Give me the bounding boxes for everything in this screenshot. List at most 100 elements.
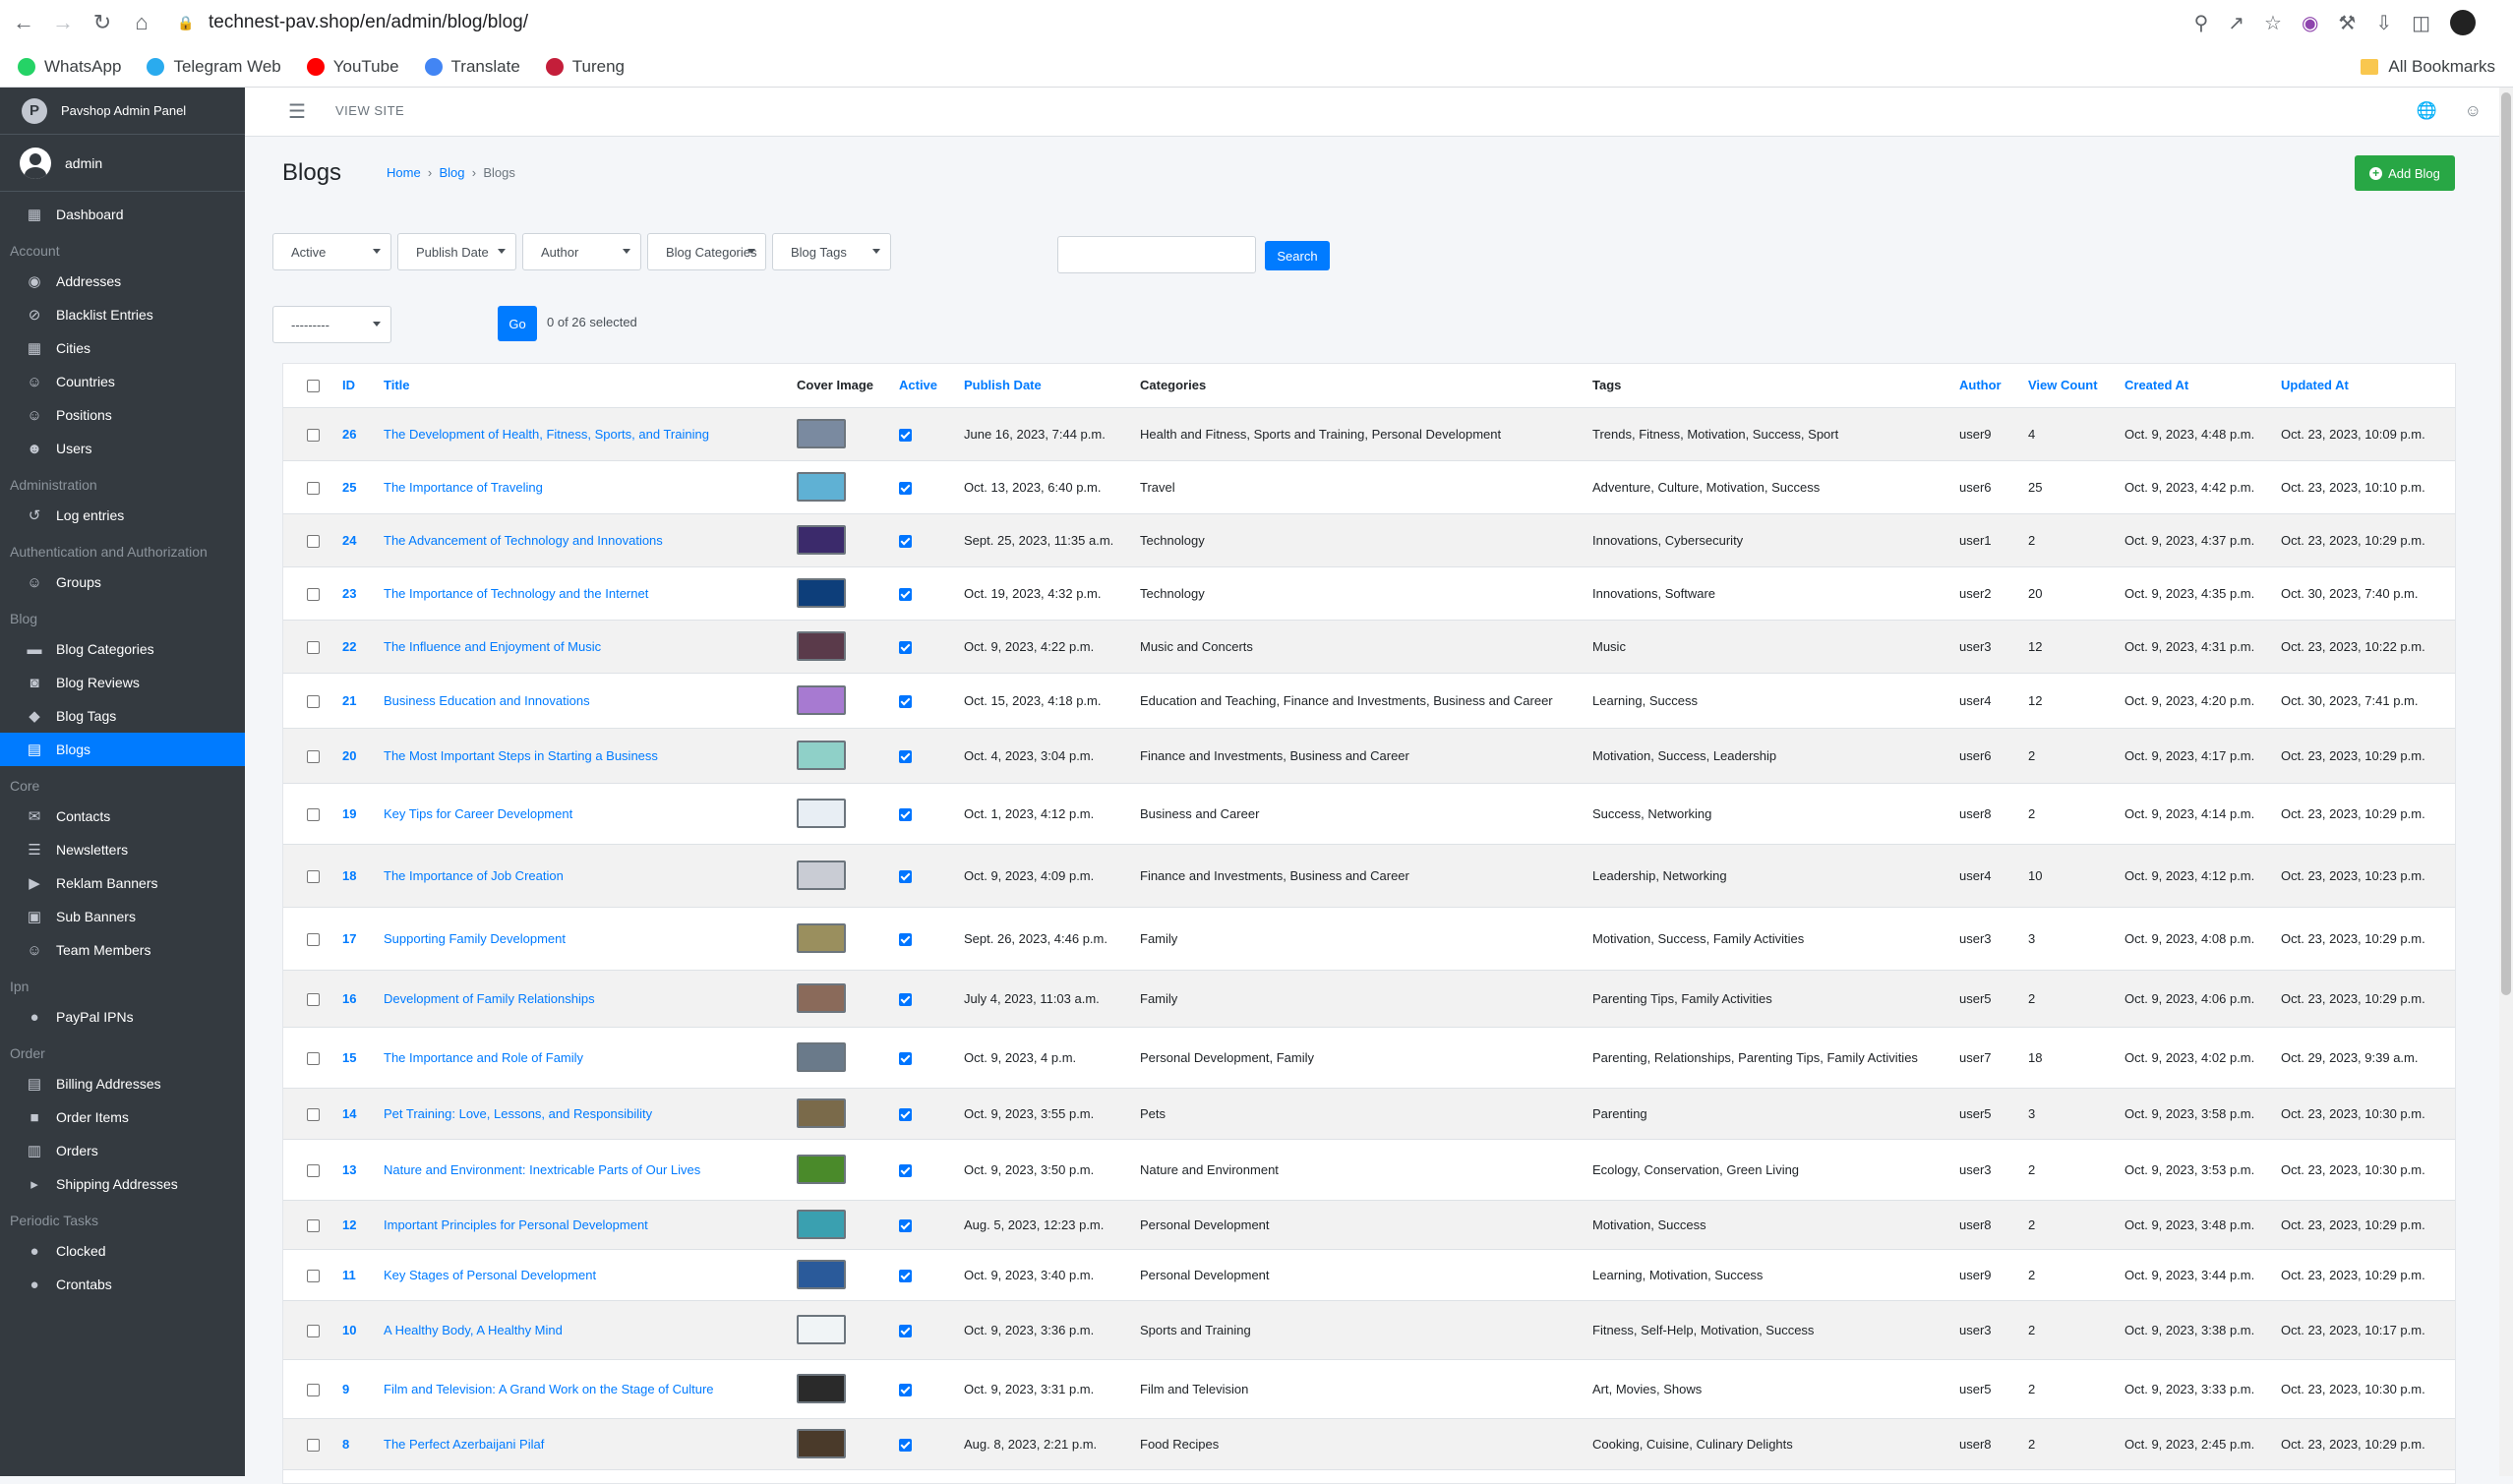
user-menu-icon[interactable]: ☺: [2465, 101, 2482, 121]
row-checkbox[interactable]: [307, 749, 320, 763]
sidebar-item-blog-reviews[interactable]: ◙ Blog Reviews: [0, 666, 245, 699]
back-icon[interactable]: ←: [8, 7, 39, 38]
title-link[interactable]: The Importance of Job Creation: [384, 868, 564, 883]
cell-id[interactable]: 19: [334, 783, 376, 845]
bookmark-whatsapp[interactable]: WhatsApp: [18, 57, 121, 77]
title-link[interactable]: A Healthy Body, A Healthy Mind: [384, 1323, 563, 1337]
select-all-checkbox[interactable]: [307, 380, 320, 393]
cell-id[interactable]: 25: [334, 460, 376, 514]
title-link[interactable]: Nature and Environment: Inextricable Par…: [384, 1162, 700, 1177]
sidebar-item-blog-tags[interactable]: ◆ Blog Tags: [0, 699, 245, 733]
row-checkbox[interactable]: [307, 932, 320, 946]
sidebar-item-clocked[interactable]: ● Clocked: [0, 1234, 245, 1268]
row-checkbox[interactable]: [307, 992, 320, 1006]
sidebar-item-blogs[interactable]: ▤ Blogs: [0, 733, 245, 766]
sidebar-item-blacklist-entries[interactable]: ⊘ Blacklist Entries: [0, 298, 245, 331]
cell-id[interactable]: 26: [334, 407, 376, 461]
sidebar-item-newsletters[interactable]: ☰ Newsletters: [0, 833, 245, 866]
cell-id[interactable]: 14: [334, 1088, 376, 1140]
row-checkbox[interactable]: [307, 1218, 320, 1232]
cell-id[interactable]: 11: [334, 1249, 376, 1301]
view-site-link[interactable]: VIEW SITE: [335, 103, 404, 118]
bookmark-youtube[interactable]: YouTube: [306, 57, 399, 77]
action-select[interactable]: ---------: [272, 306, 391, 343]
row-checkbox[interactable]: [307, 1438, 320, 1452]
filter-author[interactable]: Author: [522, 233, 641, 270]
home-icon[interactable]: ⌂: [126, 7, 157, 38]
sidebar-item-sub-banners[interactable]: ▣ Sub Banners: [0, 900, 245, 933]
scrollbar-thumb[interactable]: [2501, 92, 2511, 995]
extension-color-icon[interactable]: ◉: [2302, 11, 2318, 35]
row-checkbox[interactable]: [307, 694, 320, 708]
col-title[interactable]: Title: [376, 364, 789, 408]
title-link[interactable]: The Importance of Traveling: [384, 480, 543, 495]
breadcrumb-blog[interactable]: Blog: [439, 165, 464, 180]
bookmark-tureng[interactable]: Tureng: [545, 57, 625, 77]
breadcrumb-home[interactable]: Home: [387, 165, 421, 180]
cell-id[interactable]: 8: [334, 1418, 376, 1470]
cell-id[interactable]: 24: [334, 513, 376, 567]
title-link[interactable]: Pet Training: Love, Lessons, and Respons…: [384, 1106, 652, 1121]
globe-icon[interactable]: 🌐: [2416, 101, 2436, 121]
row-checkbox[interactable]: [307, 1324, 320, 1337]
col-created-at[interactable]: Created At: [2117, 364, 2273, 408]
star-icon[interactable]: ☆: [2264, 11, 2282, 35]
col-active[interactable]: Active: [891, 364, 956, 408]
cell-id[interactable]: 18: [334, 844, 376, 908]
cell-id[interactable]: 16: [334, 970, 376, 1028]
row-checkbox[interactable]: [307, 1269, 320, 1282]
add-blog-button[interactable]: + Add Blog: [2355, 155, 2455, 191]
cell-id[interactable]: 21: [334, 673, 376, 729]
row-checkbox[interactable]: [307, 587, 320, 601]
title-link[interactable]: The Influence and Enjoyment of Music: [384, 639, 601, 654]
title-link[interactable]: Key Tips for Career Development: [384, 806, 572, 821]
title-link[interactable]: The Advancement of Technology and Innova…: [384, 533, 663, 548]
search-button[interactable]: Search: [1265, 241, 1330, 270]
sidebar-item-addresses[interactable]: ◉ Addresses: [0, 265, 245, 298]
sidebar-item-log-entries[interactable]: ↺ Log entries: [0, 499, 245, 532]
row-checkbox[interactable]: [307, 640, 320, 654]
go-button[interactable]: Go: [498, 306, 537, 341]
cell-id[interactable]: 10: [334, 1300, 376, 1360]
row-checkbox[interactable]: [307, 807, 320, 821]
cell-id[interactable]: 15: [334, 1027, 376, 1089]
cell-id[interactable]: 22: [334, 620, 376, 674]
title-link[interactable]: Key Stages of Personal Development: [384, 1268, 596, 1282]
row-checkbox[interactable]: [307, 1163, 320, 1177]
row-checkbox[interactable]: [307, 428, 320, 442]
title-link[interactable]: Supporting Family Development: [384, 931, 566, 946]
sidebar-item-billing-addresses[interactable]: ▤ Billing Addresses: [0, 1067, 245, 1100]
sidebar-item-shipping-addresses[interactable]: ▸ Shipping Addresses: [0, 1167, 245, 1201]
title-link[interactable]: The Importance and Role of Family: [384, 1050, 583, 1065]
col-author[interactable]: Author: [1951, 364, 2020, 408]
title-link[interactable]: Business Education and Innovations: [384, 693, 590, 708]
sidebar-item-paypal-ipns[interactable]: ● PayPal IPNs: [0, 1000, 245, 1034]
sidebar-item-countries[interactable]: ☺ Countries: [0, 365, 245, 398]
user-panel[interactable]: admin: [0, 135, 245, 192]
reload-icon[interactable]: ↻: [87, 7, 118, 38]
filter-blog-tags[interactable]: Blog Tags: [772, 233, 891, 270]
sidebar-item-team-members[interactable]: ☺ Team Members: [0, 933, 245, 967]
sidebar-item-order-items[interactable]: ■ Order Items: [0, 1100, 245, 1134]
search-input[interactable]: [1057, 236, 1256, 273]
row-checkbox[interactable]: [307, 869, 320, 883]
title-link[interactable]: Film and Television: A Grand Work on the…: [384, 1382, 714, 1396]
forward-icon[interactable]: →: [47, 7, 79, 38]
cell-id[interactable]: 13: [334, 1139, 376, 1201]
row-checkbox[interactable]: [307, 534, 320, 548]
col-updated-at[interactable]: Updated At: [2273, 364, 2455, 408]
download-icon[interactable]: ⇩: [2375, 11, 2392, 35]
bookmark-telegram-web[interactable]: Telegram Web: [147, 57, 281, 77]
filter-blog-categories[interactable]: Blog Categories: [647, 233, 766, 270]
title-link[interactable]: The Perfect Azerbaijani Pilaf: [384, 1437, 544, 1452]
sidebar-item-contacts[interactable]: ✉ Contacts: [0, 800, 245, 833]
title-link[interactable]: Important Principles for Personal Develo…: [384, 1217, 648, 1232]
sidepanel-icon[interactable]: ◫: [2412, 11, 2430, 35]
sidebar-item-crontabs[interactable]: ● Crontabs: [0, 1268, 245, 1301]
sidebar-item-users[interactable]: ☻ Users: [0, 432, 245, 465]
menu-toggle-icon[interactable]: ☰: [288, 99, 306, 124]
sidebar-item-cities[interactable]: ▦ Cities: [0, 331, 245, 365]
title-link[interactable]: The Development of Health, Fitness, Spor…: [384, 427, 709, 442]
brand[interactable]: P Pavshop Admin Panel: [0, 88, 245, 135]
title-link[interactable]: The Most Important Steps in Starting a B…: [384, 748, 658, 763]
